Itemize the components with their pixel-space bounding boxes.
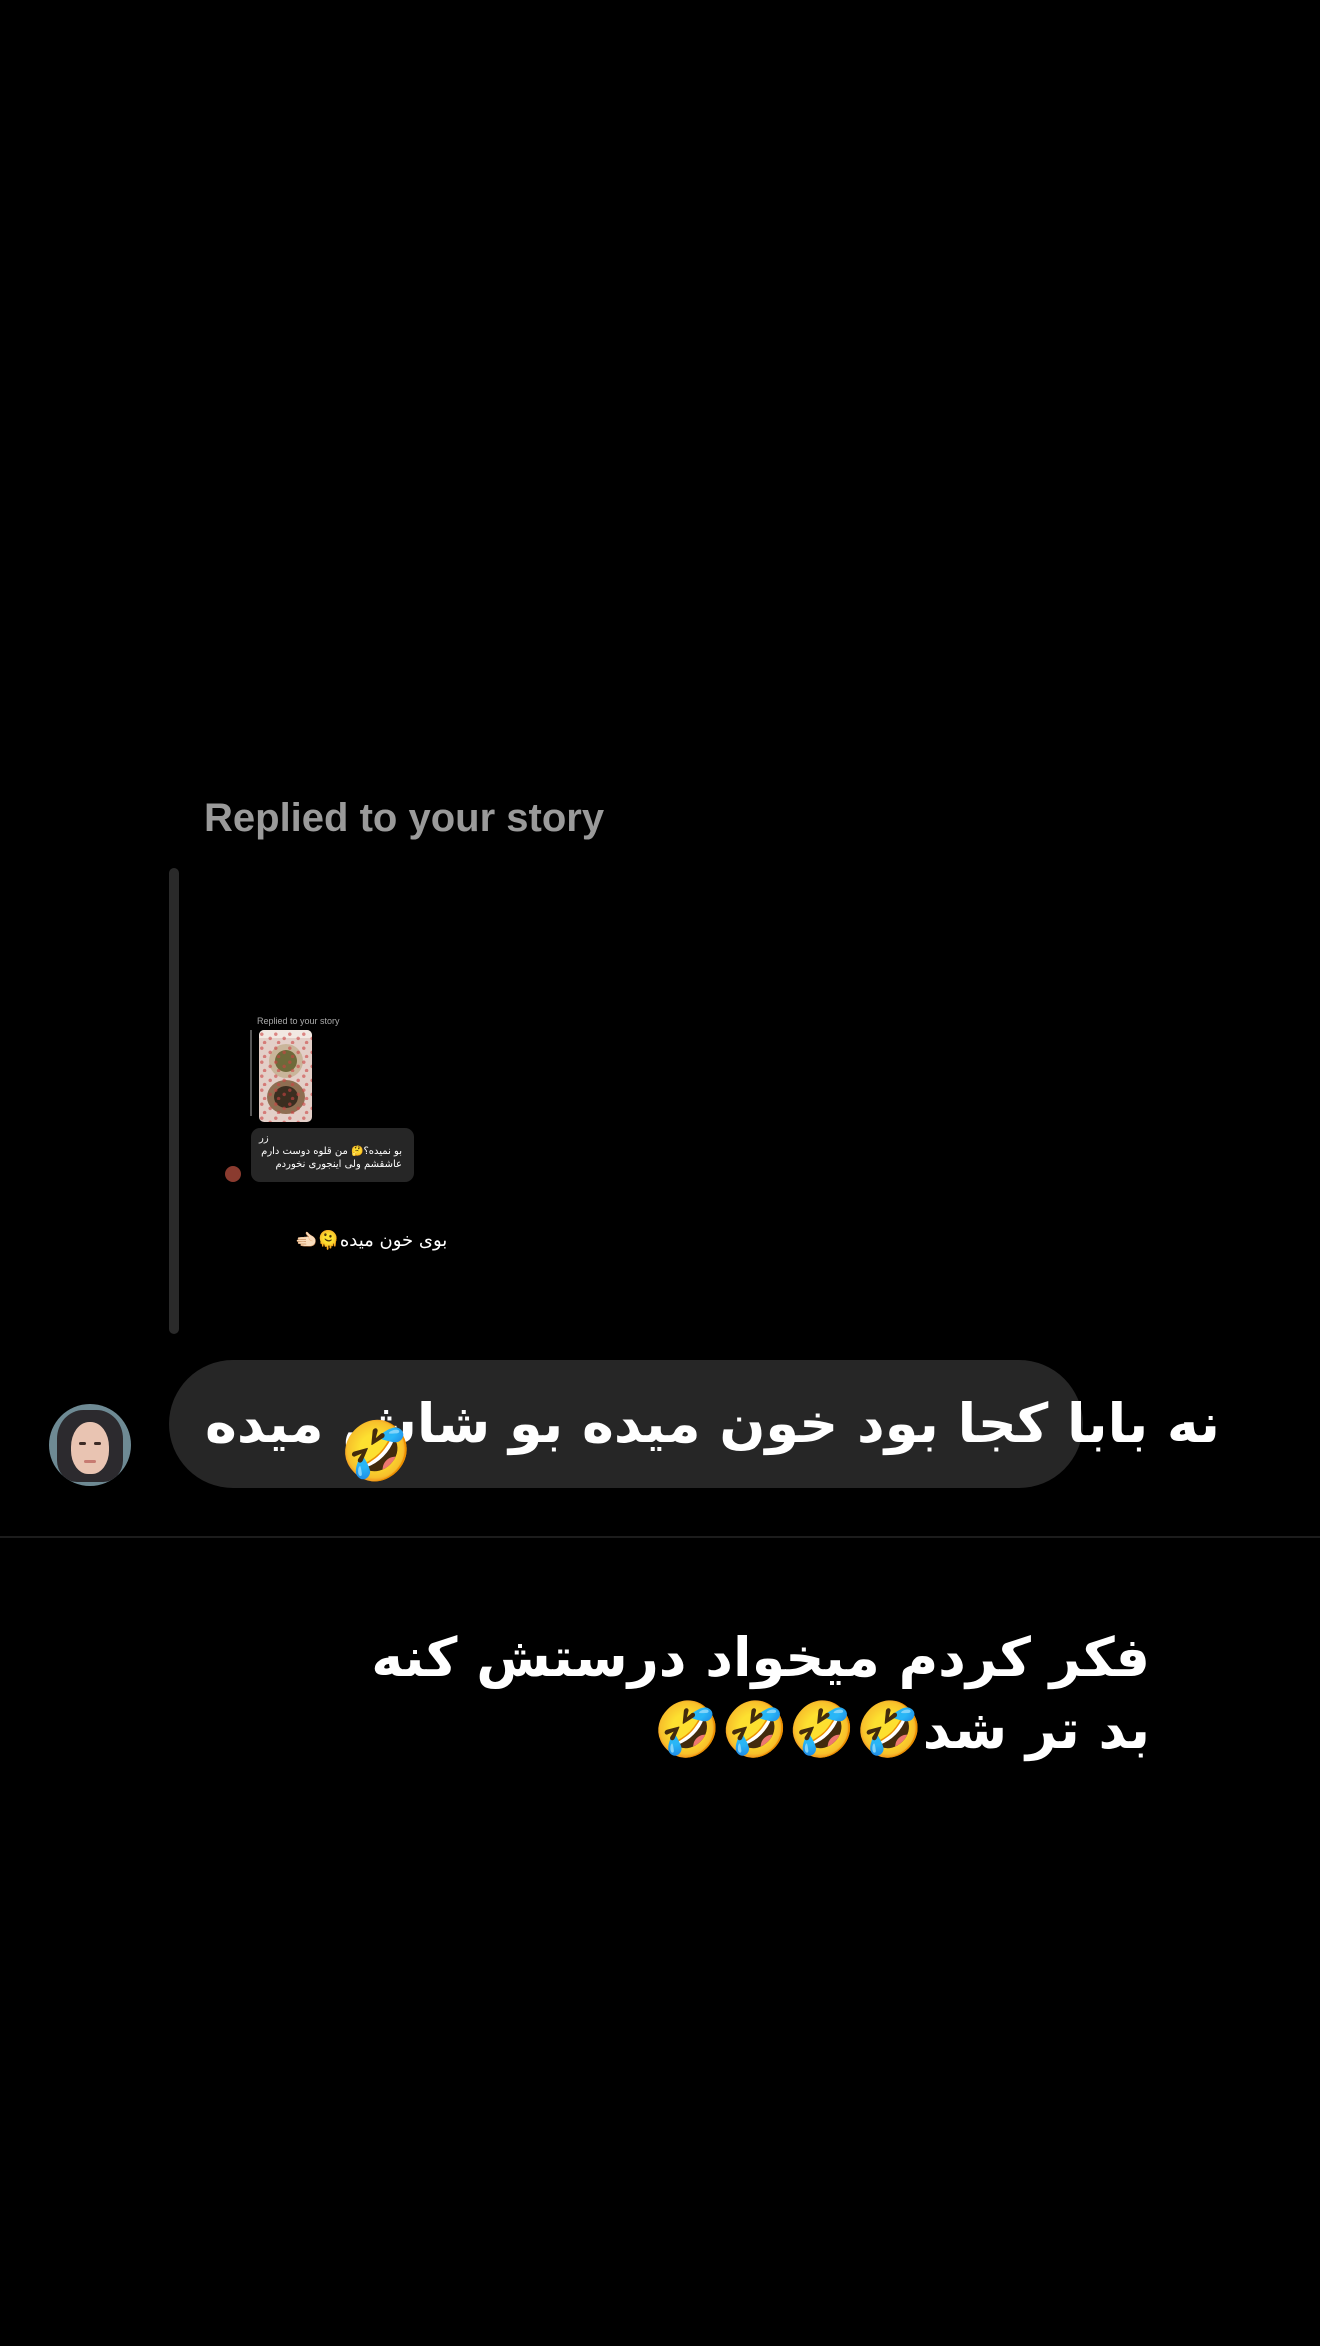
reply-quote-bar (169, 868, 179, 1334)
embedded-message-line: عاشقشم ولی اینجوری نخوردم (275, 1159, 402, 1170)
laugh-reaction-emoji: 🤣 (340, 1417, 413, 1485)
embedded-avatar (225, 1166, 241, 1182)
embedded-message-line: زر (259, 1133, 269, 1144)
embedded-story-reply[interactable]: Replied to your story زر بو نمیده؟🤔 من ق… (200, 990, 500, 1270)
replied-to-story-label: Replied to your story (204, 796, 605, 840)
story-thumbnail[interactable] (259, 1030, 312, 1122)
embedded-message-line: بو نمیده؟🤔 من قلوه دوست دارم (261, 1146, 402, 1157)
caption-text: فکر کردم میخواد درستش کنه بد تر شد🤣🤣🤣🤣 (371, 1622, 1150, 1766)
caption-line: فکر کردم میخواد درستش کنه (371, 1626, 1150, 1689)
embedded-replied-label: Replied to your story (257, 1016, 340, 1026)
caption-line: بد تر شد🤣🤣🤣🤣 (653, 1698, 1150, 1761)
embedded-footer-text: بوی خون میده🫠🫲🏻 (295, 1230, 448, 1251)
sender-avatar[interactable] (49, 1404, 131, 1486)
divider (0, 1536, 1320, 1538)
message-bubble[interactable]: نه بابا کجا بود خون میده بو شاش میده (169, 1360, 1220, 1488)
embedded-quote-bar (250, 1030, 252, 1116)
embedded-message-bubble: زر بو نمیده؟🤔 من قلوه دوست دارم عاشقشم و… (251, 1128, 414, 1182)
